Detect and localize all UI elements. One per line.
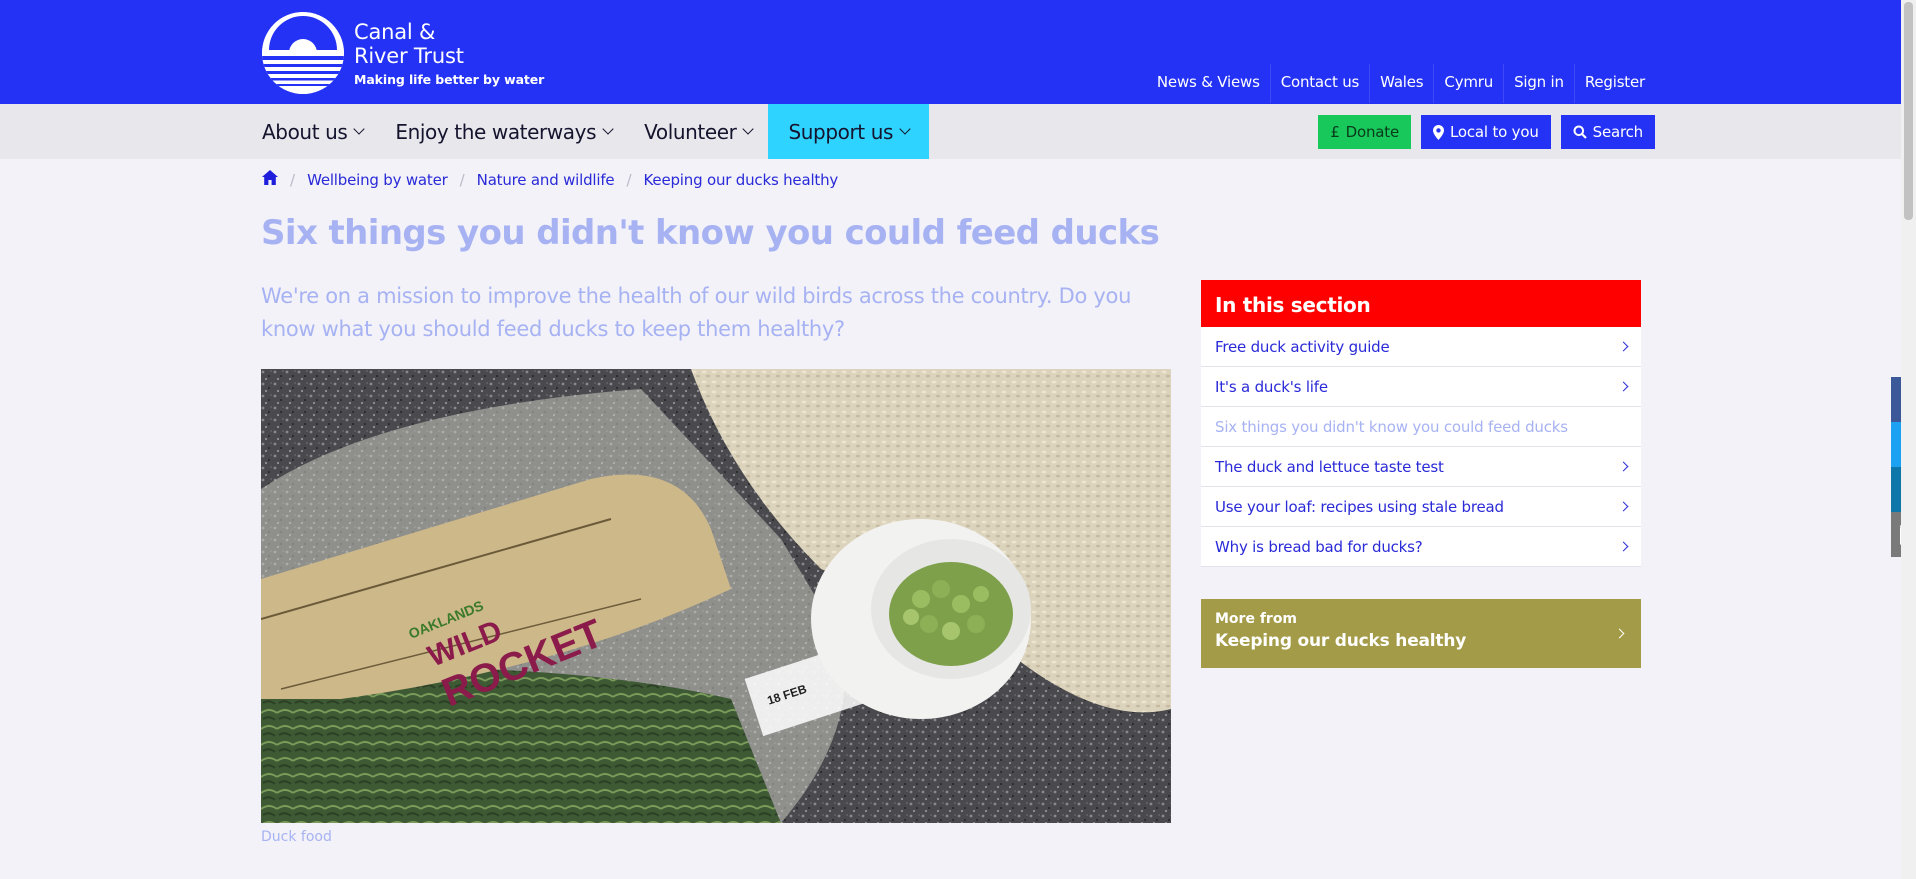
brand-tagline: Making life better by water: [354, 72, 545, 87]
sidebar-item-label: Use your loaf: recipes using stale bread: [1215, 497, 1504, 516]
page-intro: We're on a mission to improve the health…: [261, 284, 1132, 341]
chevron-down-icon: [353, 123, 366, 135]
sidebar-item-label: The duck and lettuce taste test: [1215, 457, 1444, 476]
utility-link-sign-in[interactable]: Sign in: [1503, 64, 1574, 103]
chevron-down-icon: [602, 123, 614, 135]
brand-line-1: Canal &: [354, 20, 436, 44]
nav-item-volunteer[interactable]: Volunteer: [628, 104, 768, 159]
breadcrumb-separator: /: [290, 170, 296, 189]
header-actions: £ Donate Local to you Search: [1318, 115, 1655, 149]
chevron-down-icon: [742, 123, 755, 135]
chevron-right-icon: [1618, 461, 1629, 472]
sidebar-item-label: It's a duck's life: [1215, 377, 1328, 396]
chevron-down-icon: [899, 123, 911, 135]
nav-item-label: Support us: [788, 119, 894, 144]
breadcrumb: / Wellbeing by water / Nature and wildli…: [262, 170, 838, 189]
utility-link-register[interactable]: Register: [1573, 64, 1655, 103]
sidebar-item-label: Free duck activity guide: [1215, 337, 1390, 356]
brand[interactable]: Canal & River Trust Making life better b…: [354, 20, 544, 87]
chevron-right-icon: [1618, 341, 1629, 352]
sidebar-item-use-your-loaf[interactable]: Use your loaf: recipes using stale bread: [1201, 487, 1641, 527]
utility-nav: News & Views Contact us Wales Cymru Sign…: [1147, 64, 1655, 103]
donate-label: Donate: [1345, 123, 1400, 141]
donate-button[interactable]: £ Donate: [1318, 115, 1412, 149]
image-caption: Duck food: [261, 829, 332, 845]
more-from-link[interactable]: More from Keeping our ducks healthy: [1201, 599, 1641, 668]
nav-item-about-us[interactable]: About us: [262, 104, 379, 159]
breadcrumb-link[interactable]: Keeping our ducks healthy: [644, 171, 839, 189]
breadcrumb-link[interactable]: Wellbeing by water: [307, 171, 448, 189]
utility-link-cymru[interactable]: Cymru: [1433, 64, 1503, 103]
breadcrumb-link[interactable]: Nature and wildlife: [477, 171, 615, 189]
utility-link-news[interactable]: News & Views: [1147, 64, 1270, 103]
chevron-right-icon: [1618, 501, 1629, 512]
local-label: Local to you: [1450, 123, 1539, 141]
sidebar-item-six-things: Six things you didn't know you could fee…: [1201, 407, 1641, 447]
sidebar-item-duck-lettuce-taste-test[interactable]: The duck and lettuce taste test: [1201, 447, 1641, 487]
main-nav: About us Enjoy the waterways Volunteer S…: [262, 104, 930, 159]
logo-icon[interactable]: [262, 12, 344, 94]
more-from-title: Keeping our ducks healthy: [1215, 631, 1467, 651]
utility-link-wales[interactable]: Wales: [1369, 64, 1433, 103]
section-sidebar: In this section Free duck activity guide…: [1201, 280, 1641, 567]
local-to-you-button[interactable]: Local to you: [1421, 115, 1551, 149]
map-pin-icon: [1433, 124, 1445, 140]
search-label: Search: [1592, 123, 1644, 141]
chevron-right-icon: [1618, 541, 1629, 552]
sidebar-title: In this section: [1201, 280, 1641, 327]
search-icon: [1573, 125, 1587, 139]
nav-item-label: Volunteer: [644, 119, 737, 144]
breadcrumb-separator: /: [626, 170, 632, 189]
brand-line-2: River Trust: [354, 44, 464, 68]
breadcrumb-separator: /: [459, 170, 465, 189]
main-navbar: About us Enjoy the waterways Volunteer S…: [0, 104, 1916, 159]
sidebar-item-label: Six things you didn't know you could fee…: [1215, 417, 1568, 436]
pound-icon: £: [1330, 123, 1340, 141]
duck-food-image: OAKLANDS WILD ROCKET 18 FEB: [261, 369, 1171, 823]
sidebar-item-label: Why is bread bad for ducks?: [1215, 537, 1423, 556]
scrollbar-thumb[interactable]: [1904, 2, 1913, 220]
nav-item-enjoy-the-waterways[interactable]: Enjoy the waterways: [379, 104, 628, 159]
home-icon[interactable]: [262, 170, 278, 189]
utility-link-contact[interactable]: Contact us: [1269, 64, 1369, 103]
site-header: Canal & River Trust Making life better b…: [0, 0, 1916, 104]
sidebar-item-its-a-ducks-life[interactable]: It's a duck's life: [1201, 367, 1641, 407]
search-button[interactable]: Search: [1560, 115, 1655, 149]
nav-item-label: Enjoy the waterways: [395, 119, 597, 144]
nav-item-label: About us: [262, 119, 348, 144]
sidebar-item-why-bread-bad[interactable]: Why is bread bad for ducks?: [1201, 527, 1641, 567]
page-title: Six things you didn't know you could fee…: [261, 213, 1160, 253]
nav-item-support-us[interactable]: Support us: [768, 104, 930, 159]
page-scrollbar[interactable]: [1901, 0, 1916, 879]
more-from-label: More from: [1215, 611, 1298, 627]
chevron-right-icon: [1618, 381, 1629, 392]
sidebar-item-free-duck-activity-guide[interactable]: Free duck activity guide: [1201, 327, 1641, 367]
